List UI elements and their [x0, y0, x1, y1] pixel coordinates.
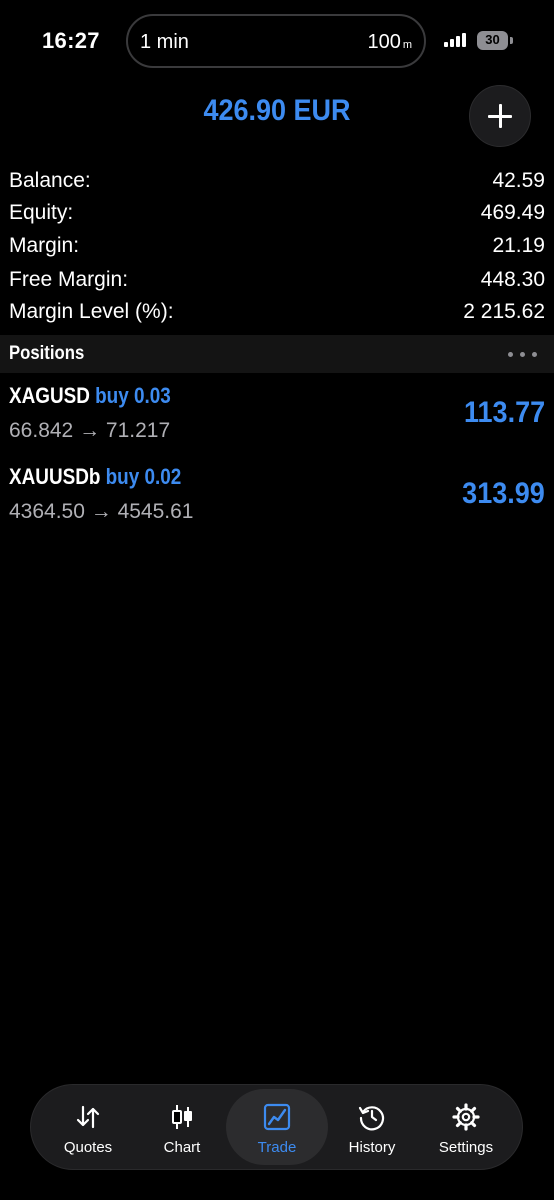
trade-chart-icon [263, 1103, 291, 1131]
summary-label: Balance: [9, 169, 91, 192]
summary-value: 469.49 [480, 201, 545, 224]
tab-label: Chart [163, 1139, 201, 1156]
position-prices: 66.842 → 71.217 [9, 419, 171, 442]
summary-row-equity: Equity: 469.49 [9, 201, 545, 231]
summary-label: Free Margin: [9, 268, 129, 291]
tab-quotes[interactable]: Quotes [37, 1089, 139, 1165]
tab-trade[interactable]: Trade [226, 1089, 328, 1165]
summary-label: Margin Level (%): [9, 300, 174, 323]
positions-section-header: Positions [0, 335, 554, 373]
position-side: buy 0.02 [105, 464, 182, 489]
position-profit: 313.99 [462, 477, 545, 510]
position-symbol: XAUUSDb buy 0.02 [9, 464, 182, 489]
tab-history[interactable]: History [321, 1089, 423, 1165]
position-prices: 4364.50 → 4545.61 [9, 500, 194, 523]
position-symbol: XAGUSD buy 0.03 [9, 383, 171, 408]
add-order-button[interactable] [469, 85, 531, 147]
more-options-icon[interactable] [508, 352, 538, 358]
summary-label: Equity: [9, 201, 74, 224]
position-row[interactable]: XAUUSDb buy 0.02 4364.50 → 4545.61 313.99 [0, 464, 554, 544]
status-time: 16:27 [42, 28, 100, 53]
summary-row-balance: Balance: 42.59 [9, 169, 545, 199]
summary-row-margin-level: Margin Level (%): 2 215.62 [9, 300, 545, 330]
dynamic-island[interactable]: 1 min 100 m [126, 14, 426, 68]
tab-label: History [348, 1139, 396, 1156]
history-clock-icon [358, 1106, 385, 1131]
candlestick-icon [172, 1105, 192, 1129]
position-row[interactable]: XAGUSD buy 0.03 66.842 → 71.217 113.77 [0, 383, 554, 463]
island-timer: 1 min [140, 31, 189, 53]
account-total: 426.90 EUR [203, 94, 351, 127]
summary-value: 2 215.62 [463, 300, 545, 323]
bottom-tab-bar: Quotes Chart Trade History Settings [30, 1084, 523, 1170]
summary-label: Margin: [9, 234, 80, 257]
summary-value: 42.59 [492, 169, 545, 192]
position-profit: 113.77 [463, 396, 545, 429]
summary-row-free-margin: Free Margin: 448.30 [9, 268, 545, 298]
tab-label: Quotes [63, 1139, 113, 1156]
battery-icon: 30 [477, 31, 513, 50]
tab-label: Settings [438, 1139, 494, 1156]
island-distance: 100 m [367, 31, 412, 53]
cellular-signal-icon [444, 33, 468, 47]
positions-title: Positions [9, 343, 85, 364]
arrows-up-down-icon [76, 1105, 100, 1129]
summary-value: 21.19 [492, 234, 545, 257]
summary-row-margin: Margin: 21.19 [9, 234, 545, 264]
summary-value: 448.30 [480, 268, 545, 291]
battery-level: 30 [485, 32, 500, 47]
gear-icon [452, 1103, 480, 1131]
tab-settings[interactable]: Settings [415, 1089, 517, 1165]
tab-chart[interactable]: Chart [131, 1089, 233, 1165]
tab-label: Trade [257, 1139, 297, 1156]
trade-screen: 16:27 1 min 100 m 30 426.90 EUR Balance: … [0, 0, 554, 1200]
position-side: buy 0.03 [95, 383, 171, 408]
